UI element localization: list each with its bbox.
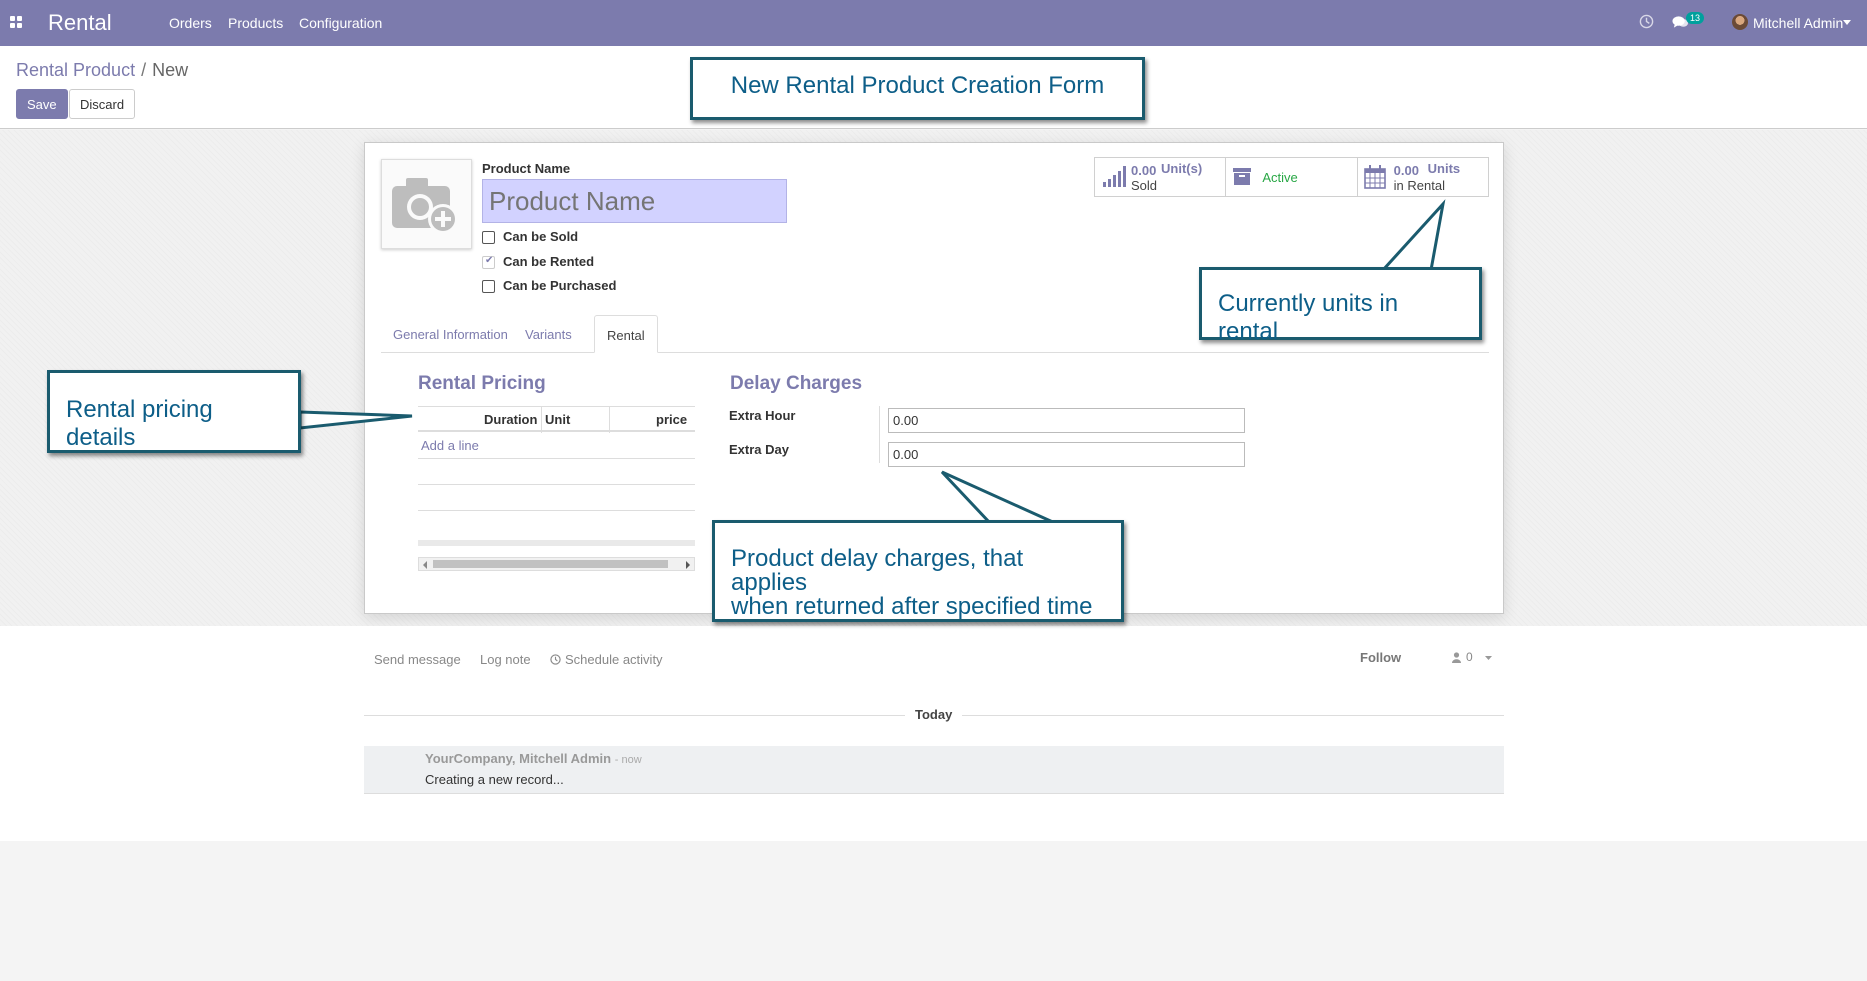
tab-general-information[interactable]: General Information bbox=[381, 315, 520, 353]
followers-caret-icon[interactable] bbox=[1485, 656, 1492, 660]
breadcrumb-current: New bbox=[152, 60, 189, 80]
user-menu-caret-icon[interactable] bbox=[1843, 20, 1851, 25]
apps-menu-icon[interactable] bbox=[10, 16, 23, 29]
signal-bars-icon bbox=[1103, 166, 1126, 187]
can-be-purchased-label: Can be Purchased bbox=[503, 278, 617, 293]
empty-row bbox=[418, 459, 695, 485]
delay-charges-annotation: Product delay charges, that applies when… bbox=[712, 520, 1124, 622]
add-line-link[interactable]: Add a line bbox=[418, 432, 695, 459]
tab-rental[interactable]: Rental bbox=[594, 315, 658, 353]
user-icon bbox=[1452, 652, 1461, 663]
save-button[interactable]: Save bbox=[16, 89, 68, 119]
sold-value: 0.00 bbox=[1131, 163, 1157, 178]
menu-configuration[interactable]: Configuration bbox=[299, 15, 382, 31]
clock-icon bbox=[550, 654, 561, 665]
app-name[interactable]: Rental bbox=[48, 10, 112, 36]
breadcrumb: Rental Product / New bbox=[16, 60, 188, 81]
tab-variants[interactable]: Variants bbox=[513, 315, 584, 353]
archive-box-icon bbox=[1233, 168, 1252, 185]
extra-day-label: Extra Day bbox=[729, 442, 789, 457]
chatter bbox=[0, 626, 1867, 841]
can-be-rented-label: Can be Rented bbox=[503, 254, 595, 269]
delay-divider bbox=[879, 406, 880, 463]
table-footer bbox=[418, 540, 695, 546]
can-be-rented-checkbox[interactable] bbox=[482, 255, 495, 269]
delay-charges-title: Delay Charges bbox=[730, 373, 863, 394]
followers-count[interactable]: 0 bbox=[1466, 650, 1473, 664]
send-message-button[interactable]: Send message bbox=[374, 652, 461, 667]
scroll-right-arrow-icon[interactable] bbox=[686, 561, 690, 569]
breadcrumb-separator: / bbox=[141, 60, 147, 80]
rental-pricing-title: Rental Pricing bbox=[418, 373, 546, 394]
column-duration[interactable]: Duration bbox=[484, 412, 537, 427]
top-navbar: Rental Orders Products Configuration 13 … bbox=[0, 0, 1867, 46]
can-be-sold-checkbox[interactable] bbox=[482, 231, 495, 244]
delay-annotation-line-2: when returned after specified time bbox=[731, 593, 1093, 620]
discard-button[interactable]: Discard bbox=[69, 89, 136, 119]
sold-unit: Unit(s) bbox=[1161, 161, 1203, 176]
follow-button[interactable]: Follow bbox=[1360, 650, 1401, 665]
menu-products[interactable]: Products bbox=[228, 15, 283, 31]
in-rental-smart-button[interactable]: 0.00 Units in Rental bbox=[1358, 158, 1488, 196]
chatter-message: YourCompany, Mitchell Admin - now Creati… bbox=[364, 746, 1504, 794]
product-image-upload[interactable] bbox=[381, 159, 472, 249]
rental-unit: Units bbox=[1427, 161, 1461, 176]
extra-day-input[interactable] bbox=[888, 442, 1245, 467]
breadcrumb-parent[interactable]: Rental Product bbox=[16, 60, 135, 80]
delay-annotation-line-1: Product delay charges, that applies bbox=[731, 545, 1024, 596]
rental-pricing-table: Duration Unit price Add a line bbox=[418, 406, 695, 511]
activity-clock-icon[interactable] bbox=[1639, 14, 1654, 29]
units-in-rental-annotation: Currently units in rental bbox=[1199, 267, 1482, 345]
message-author-name: YourCompany, Mitchell Admin bbox=[425, 751, 612, 766]
extra-hour-label: Extra Hour bbox=[729, 408, 796, 423]
extra-hour-input[interactable] bbox=[888, 408, 1245, 433]
log-note-button[interactable]: Log note bbox=[480, 652, 531, 667]
title-annotation: New Rental Product Creation Form bbox=[690, 57, 1145, 120]
message-time: - now bbox=[614, 754, 642, 766]
menu-orders[interactable]: Orders bbox=[169, 15, 212, 31]
active-toggle-button[interactable]: Active bbox=[1226, 158, 1358, 196]
message-body: Creating a new record... bbox=[425, 772, 564, 787]
sold-smart-button[interactable]: 0.00 Unit(s) Sold bbox=[1095, 158, 1227, 196]
scroll-left-arrow-icon[interactable] bbox=[423, 561, 427, 569]
product-name-input[interactable] bbox=[482, 179, 787, 223]
schedule-activity-button[interactable]: Schedule activity bbox=[565, 652, 663, 667]
calendar-icon bbox=[1363, 165, 1386, 189]
pricing-details-annotation: Rental pricing details bbox=[47, 370, 301, 453]
messages-count-badge: 13 bbox=[1686, 12, 1705, 24]
date-separator: Today bbox=[905, 707, 963, 722]
column-divider bbox=[609, 407, 610, 433]
column-unit[interactable]: Unit bbox=[545, 412, 570, 427]
rental-label: in Rental bbox=[1393, 178, 1445, 193]
can-be-purchased-checkbox[interactable] bbox=[482, 280, 495, 293]
message-author: YourCompany, Mitchell Admin - now bbox=[425, 751, 642, 766]
pricing-table-header: Duration Unit price bbox=[418, 406, 695, 433]
can-be-sold-label: Can be Sold bbox=[503, 229, 579, 244]
sold-label: Sold bbox=[1131, 178, 1158, 193]
product-name-label: Product Name bbox=[482, 161, 571, 176]
column-price[interactable]: price bbox=[656, 412, 687, 427]
rental-value: 0.00 bbox=[1393, 163, 1419, 178]
user-menu[interactable]: Mitchell Admin bbox=[1753, 15, 1843, 31]
smart-buttons: 0.00 Unit(s) Sold Active 0.00 Units in R… bbox=[1094, 157, 1489, 197]
active-status: Active bbox=[1262, 170, 1298, 185]
table-horizontal-scrollbar[interactable] bbox=[418, 557, 695, 571]
empty-row bbox=[418, 485, 695, 511]
camera-add-icon bbox=[392, 178, 458, 234]
scrollbar-thumb[interactable] bbox=[433, 560, 668, 568]
column-divider bbox=[541, 407, 542, 433]
user-avatar[interactable] bbox=[1732, 14, 1748, 30]
